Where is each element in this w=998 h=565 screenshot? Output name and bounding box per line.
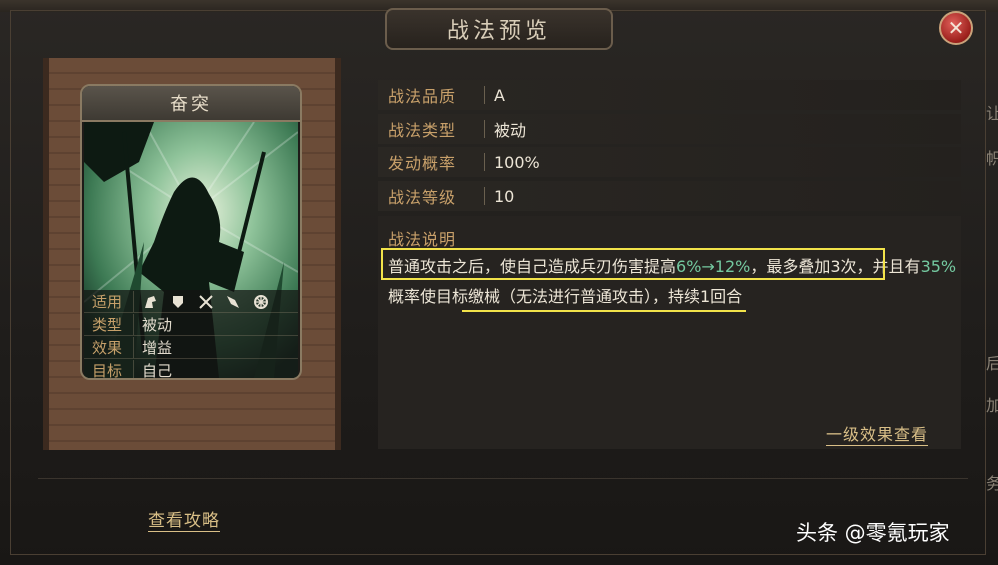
- level1-effect-link[interactable]: 一级效果查看: [826, 421, 929, 446]
- spear-icon: [227, 295, 240, 308]
- stat-key: 战法等级: [388, 188, 457, 207]
- stat-row-quality: 战法品质 A: [378, 80, 961, 110]
- bow-icon: [198, 294, 213, 309]
- stat-value: 10: [494, 186, 515, 206]
- stat-value: 被动: [494, 121, 527, 140]
- info-key: 目标: [84, 359, 134, 378]
- stat-row-level: 战法等级 10: [378, 181, 961, 211]
- stat-value: A: [494, 85, 505, 105]
- watermark: 头条 @零氪玩家: [796, 521, 950, 545]
- close-icon: ✕: [947, 16, 965, 40]
- side-glyph: 后: [986, 354, 998, 373]
- description-title: 战法说明: [388, 230, 457, 249]
- info-key: 适用: [84, 290, 134, 312]
- stat-key: 战法品质: [388, 87, 457, 106]
- info-row-effect: 效果 增益: [84, 336, 298, 359]
- card-title: 奋突: [82, 86, 300, 122]
- stat-value: 100%: [494, 152, 540, 172]
- info-row-target: 目标 自己: [84, 359, 298, 380]
- side-glyph: 务: [986, 474, 998, 493]
- bottom-divider: [38, 478, 968, 479]
- stat-key: 战法类型: [388, 121, 457, 140]
- desc-highlight-chance: 35%: [920, 257, 957, 276]
- desc-part: 概率使目标缴械（无法进行普通攻击），持续1回合: [388, 287, 743, 306]
- info-value: 增益: [142, 338, 173, 357]
- stat-key: 发动概率: [388, 154, 457, 173]
- side-glyph: 帜: [986, 149, 998, 168]
- shield-icon: [172, 295, 183, 308]
- close-button[interactable]: ✕: [939, 11, 973, 45]
- stat-row-type: 战法类型 被动: [378, 114, 961, 144]
- info-row-type: 类型 被动: [84, 313, 298, 336]
- side-glyph: 加: [986, 396, 998, 415]
- side-glyph: 让: [986, 104, 998, 123]
- title-plate: 战法预览: [385, 8, 613, 50]
- window-title: 战法预览: [446, 19, 551, 44]
- card-info-table: 适用 类型 被动 效果 增益 目标 自己: [84, 290, 298, 380]
- underline-annotation: [462, 310, 746, 312]
- siege-icon: [254, 294, 269, 309]
- view-guide-link[interactable]: 查看攻略: [148, 506, 220, 532]
- info-key: 类型: [84, 313, 134, 335]
- info-key: 效果: [84, 336, 134, 358]
- info-value: 自己: [142, 361, 173, 380]
- info-row-applicable: 适用: [84, 290, 298, 313]
- unit-icons: [134, 292, 276, 310]
- highlight-box-annotation: [381, 248, 885, 280]
- cavalry-icon: [145, 295, 156, 308]
- stat-row-probability: 发动概率 100%: [378, 147, 961, 177]
- skill-card: 奋突 适用 类型 被动 效果 增益 目标 自己: [80, 84, 302, 380]
- info-value: 被动: [142, 315, 173, 334]
